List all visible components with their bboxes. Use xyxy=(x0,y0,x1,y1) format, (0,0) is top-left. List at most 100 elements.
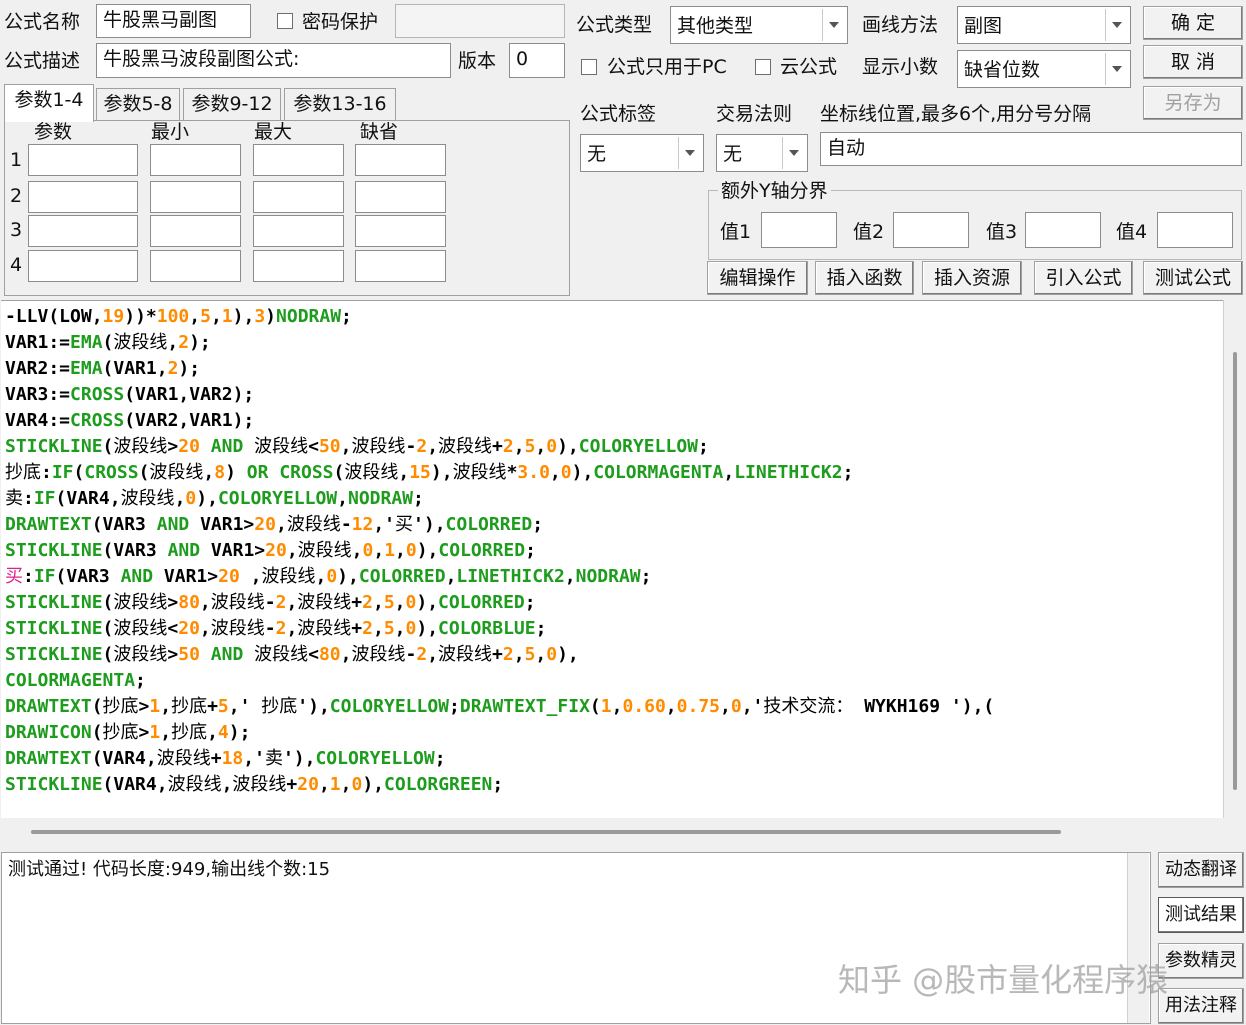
code-token: 2 xyxy=(416,644,428,665)
formula-type-select[interactable]: 其他类型 xyxy=(670,6,848,44)
code-token: , xyxy=(445,566,457,587)
value1-input[interactable] xyxy=(761,212,837,248)
code-token: ( xyxy=(589,696,601,717)
code-token: 20 xyxy=(178,618,200,639)
code-token: , xyxy=(275,514,287,535)
code-token: 1 xyxy=(384,540,396,561)
password-checkbox[interactable] xyxy=(277,13,293,29)
value3-input[interactable] xyxy=(1025,212,1101,248)
code-token: , xyxy=(286,618,298,639)
pc-only-checkbox[interactable] xyxy=(581,59,597,75)
param-max-input[interactable] xyxy=(253,250,344,282)
cloud-checkbox[interactable] xyxy=(755,59,771,75)
code-token: + xyxy=(492,644,503,665)
code-token: ( xyxy=(102,644,114,665)
param-max-input[interactable] xyxy=(253,181,344,213)
cloud-label: 云公式 xyxy=(780,56,838,78)
param-min-input[interactable] xyxy=(150,215,241,247)
code-token: ))* xyxy=(124,306,157,327)
cancel-button[interactable]: 取 消 xyxy=(1143,45,1243,79)
test-formula-button[interactable]: 测试公式 xyxy=(1143,261,1243,295)
import-formula-button[interactable]: 引入公式 xyxy=(1034,261,1133,295)
tab-params-13-16[interactable]: 参数13-16 xyxy=(284,88,396,120)
dynamic-translate-button[interactable]: 动态翻译 xyxy=(1158,852,1244,888)
param-default-input[interactable] xyxy=(355,144,446,176)
code-token: < xyxy=(308,436,319,457)
code-token: 波段线 xyxy=(167,774,222,795)
code-token: 19 xyxy=(102,306,125,327)
code-editor[interactable]: -LLV(LOW,19))*100,5,1),3)NODRAW; VAR1:=EM… xyxy=(1,300,1223,819)
code-token: CROSS xyxy=(70,384,125,405)
code-token: - xyxy=(405,436,417,457)
insert-resource-button[interactable]: 插入资源 xyxy=(922,261,1022,295)
code-token: '), xyxy=(413,514,446,535)
tab-params-9-12[interactable]: 参数9-12 xyxy=(183,88,281,120)
param-name-input[interactable] xyxy=(28,215,138,247)
param-max-input[interactable] xyxy=(253,144,344,176)
scrollbar-thumb[interactable] xyxy=(31,830,1061,834)
formula-tag-select[interactable]: 无 xyxy=(580,134,704,172)
code-token: ; xyxy=(525,540,536,561)
code-token: ; xyxy=(524,592,536,613)
code-token: 波段线 xyxy=(438,436,493,457)
code-token: , xyxy=(207,722,218,743)
ok-button[interactable]: 确 定 xyxy=(1143,6,1243,40)
code-token: ; xyxy=(449,696,460,717)
insert-function-button[interactable]: 插入函数 xyxy=(815,261,914,295)
param-name-input[interactable] xyxy=(28,144,138,176)
code-token: , xyxy=(340,436,352,457)
coord-line-input[interactable]: 自动 xyxy=(820,132,1242,166)
code-token: , xyxy=(189,306,201,327)
param-default-input[interactable] xyxy=(355,250,446,282)
save-as-button[interactable]: 另存为 xyxy=(1143,86,1243,120)
code-token: 抄底 xyxy=(261,696,298,717)
param-max-input[interactable] xyxy=(253,215,344,247)
decimals-select[interactable]: 缺省位数 xyxy=(957,50,1131,88)
value4-input[interactable] xyxy=(1157,212,1233,248)
tab-params-5-8[interactable]: 参数5-8 xyxy=(96,88,180,120)
param-name-input[interactable] xyxy=(28,181,138,213)
code-token: NODRAW xyxy=(348,488,414,509)
code-token: IF xyxy=(33,488,56,509)
param-name-input[interactable] xyxy=(28,250,138,282)
value2-input[interactable] xyxy=(893,212,969,248)
code-token: * xyxy=(506,462,518,483)
version-input[interactable]: 0 xyxy=(509,43,565,78)
code-token: , xyxy=(160,722,172,743)
code-token: , xyxy=(340,644,352,665)
scrollbar-thumb[interactable] xyxy=(1233,352,1237,790)
param-wizard-button[interactable]: 参数精灵 xyxy=(1158,943,1244,979)
usage-notes-button[interactable]: 用法注释 xyxy=(1158,988,1244,1024)
decimals-value: 缺省位数 xyxy=(964,59,1041,81)
code-line: DRAWTEXT(VAR4,波段线+18,'卖'),COLORYELLOW; xyxy=(5,746,446,772)
param-min-input[interactable] xyxy=(150,144,241,176)
code-token: ; xyxy=(434,748,446,769)
formula-name-input[interactable]: 牛股黑马副图 xyxy=(96,4,251,38)
param-default-input[interactable] xyxy=(355,215,446,247)
trade-rule-select[interactable]: 无 xyxy=(716,134,808,172)
code-token: , xyxy=(427,644,439,665)
code-token: , xyxy=(174,488,186,509)
editor-vertical-scrollbar[interactable] xyxy=(1223,300,1245,820)
code-token: DRAWTEXT_FIX xyxy=(459,696,590,717)
param-min-input[interactable] xyxy=(150,250,241,282)
password-input[interactable] xyxy=(395,4,565,38)
editor-horizontal-scrollbar[interactable] xyxy=(1,818,1245,846)
tab-params-1-4[interactable]: 参数1-4 xyxy=(4,84,94,122)
param-min-input[interactable] xyxy=(150,181,241,213)
code-token: , xyxy=(167,332,179,353)
code-token: ), xyxy=(430,462,453,483)
code-line: STICKLINE(波段线>20 AND 波段线<50,波段线-2,波段线+2,… xyxy=(5,434,709,460)
code-token: COLORRED xyxy=(438,592,525,613)
code-token: 抄底 xyxy=(102,722,139,743)
draw-method-select[interactable]: 副图 xyxy=(957,6,1131,44)
param-default-input[interactable] xyxy=(355,181,446,213)
code-token: ,' xyxy=(228,696,262,717)
test-result-button[interactable]: 测试结果 xyxy=(1158,897,1244,933)
edit-operation-button[interactable]: 编辑操作 xyxy=(707,261,808,295)
formula-desc-input[interactable]: 牛股黑马波段副图公式: xyxy=(96,43,451,78)
code-token: ( xyxy=(102,436,114,457)
code-token: : xyxy=(41,462,52,483)
